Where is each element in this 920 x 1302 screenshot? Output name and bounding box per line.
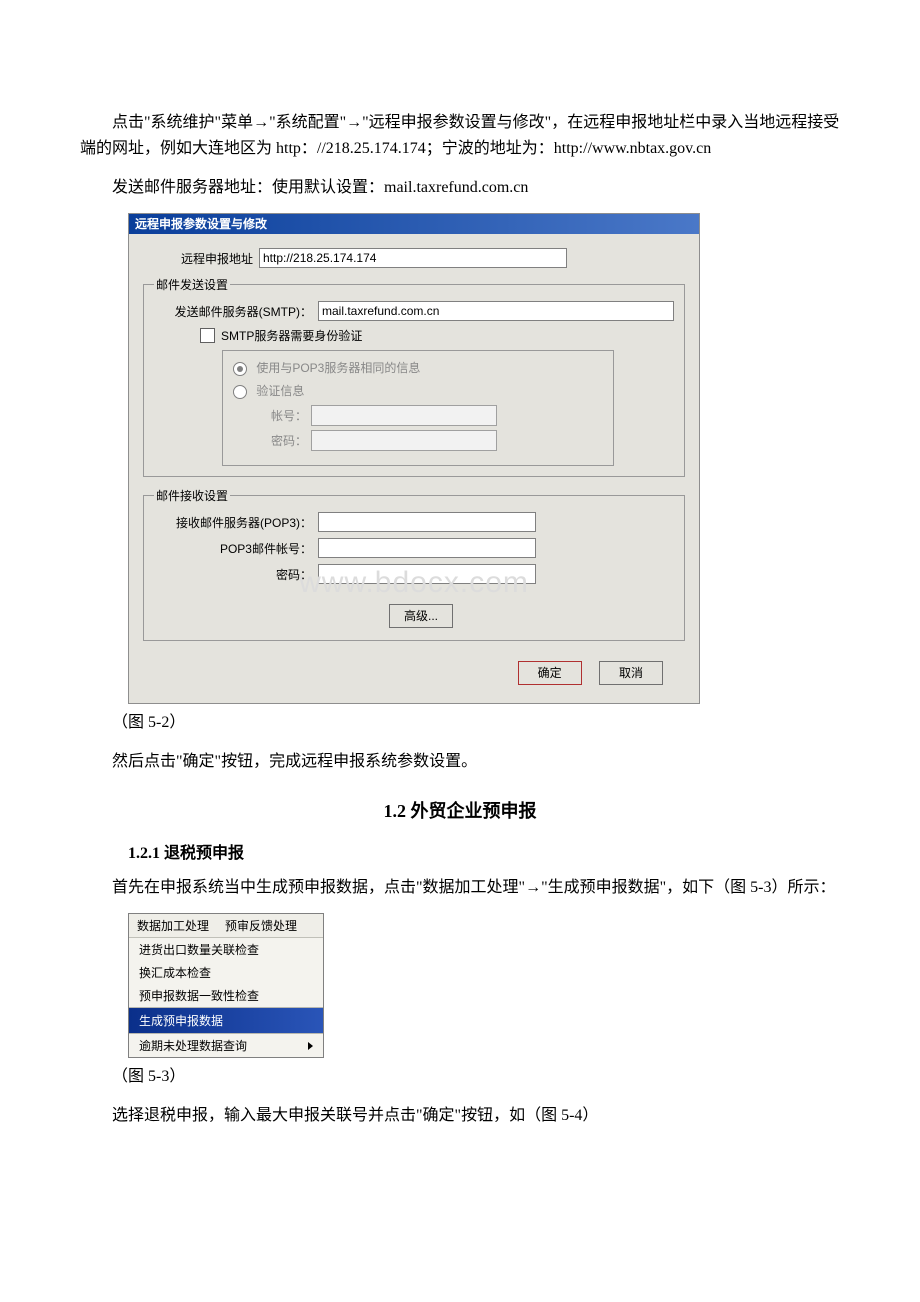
smtp-password-input xyxy=(311,430,497,451)
figure-5-3-caption: （图 5-3） xyxy=(80,1064,840,1090)
remote-address-label: 远程申报地址 xyxy=(143,250,259,267)
ok-button[interactable]: 确定 xyxy=(518,661,582,685)
remote-settings-dialog: 远程申报参数设置与修改 远程申报地址 邮件发送设置 发送邮件服务器(SMTP)：… xyxy=(128,213,700,704)
smtp-input[interactable] xyxy=(318,301,674,321)
paragraph-2: 发送邮件服务器地址：使用默认设置：mail.taxrefund.com.cn xyxy=(80,175,840,201)
pop3-account-input[interactable] xyxy=(318,538,536,558)
radio-verify-label: 验证信息 xyxy=(256,384,304,398)
pop3-password-input[interactable] xyxy=(318,564,536,584)
menu-item-cost-check[interactable]: 换汇成本检查 xyxy=(129,961,323,984)
cancel-button[interactable]: 取消 xyxy=(599,661,663,685)
paragraph-3: 然后点击"确定"按钮，完成远程申报系统参数设置。 xyxy=(80,749,840,775)
radio-use-pop3-label: 使用与POP3服务器相同的信息 xyxy=(256,361,420,375)
menu-head-data-process[interactable]: 数据加工处理 xyxy=(129,914,217,937)
remote-address-input[interactable] xyxy=(259,248,567,268)
menu-item-consistency-check[interactable]: 预申报数据一致性检查 xyxy=(129,984,323,1007)
smtp-auth-options: 使用与POP3服务器相同的信息 验证信息 帐号： 密码： xyxy=(222,350,614,466)
figure-5-2-caption: （图 5-2） xyxy=(80,710,840,736)
pop3-password-label: 密码： xyxy=(154,566,318,583)
paragraph-4: 首先在申报系统当中生成预申报数据，点击"数据加工处理"→"生成预申报数据"，如下… xyxy=(80,875,840,901)
paragraph-1: 点击"系统维护"菜单→"系统配置"→"远程申报参数设置与修改"，在远程申报地址栏… xyxy=(80,110,840,163)
menu-head-feedback[interactable]: 预审反馈处理 xyxy=(217,914,305,937)
smtp-password-label: 密码： xyxy=(265,432,307,449)
mail-send-legend: 邮件发送设置 xyxy=(154,276,230,293)
smtp-account-input xyxy=(311,405,497,426)
pop3-account-label: POP3邮件帐号： xyxy=(154,540,318,557)
menu-item-link-check[interactable]: 进货出口数量关联检查 xyxy=(129,938,323,961)
advanced-button[interactable]: 高级... xyxy=(389,604,453,628)
menu-item-overdue-query[interactable]: 逾期未处理数据查询 xyxy=(129,1033,323,1057)
menu-item-generate-predeclare[interactable]: 生成预申报数据 xyxy=(129,1007,323,1033)
submenu-arrow-icon xyxy=(308,1042,313,1050)
mail-recv-legend: 邮件接收设置 xyxy=(154,487,230,504)
smtp-auth-label: SMTP服务器需要身份验证 xyxy=(221,327,362,344)
smtp-label: 发送邮件服务器(SMTP)： xyxy=(154,303,318,320)
paragraph-5: 选择退税申报，输入最大申报关联号并点击"确定"按钮，如（图 5-4） xyxy=(80,1103,840,1129)
section-1-2-1-heading: 1.2.1 退税预申报 xyxy=(128,839,840,863)
mail-send-fieldset: 邮件发送设置 发送邮件服务器(SMTP)： SMTP服务器需要身份验证 使用与P… xyxy=(143,276,685,477)
radio-verify-info[interactable] xyxy=(233,385,247,399)
smtp-auth-checkbox[interactable] xyxy=(200,328,215,343)
section-1-2-heading: 1.2 外贸企业预申报 xyxy=(80,797,840,823)
pop3-server-input[interactable] xyxy=(318,512,536,532)
smtp-account-label: 帐号： xyxy=(265,407,307,424)
dialog-titlebar: 远程申报参数设置与修改 xyxy=(129,214,699,234)
radio-use-pop3-info[interactable] xyxy=(233,362,247,376)
pop3-server-label: 接收邮件服务器(POP3)： xyxy=(154,514,318,531)
mail-recv-fieldset: 邮件接收设置 接收邮件服务器(POP3)： POP3邮件帐号： 密码： www.… xyxy=(143,487,685,641)
data-processing-menu: 数据加工处理 预审反馈处理 进货出口数量关联检查 换汇成本检查 预申报数据一致性… xyxy=(128,913,324,1058)
